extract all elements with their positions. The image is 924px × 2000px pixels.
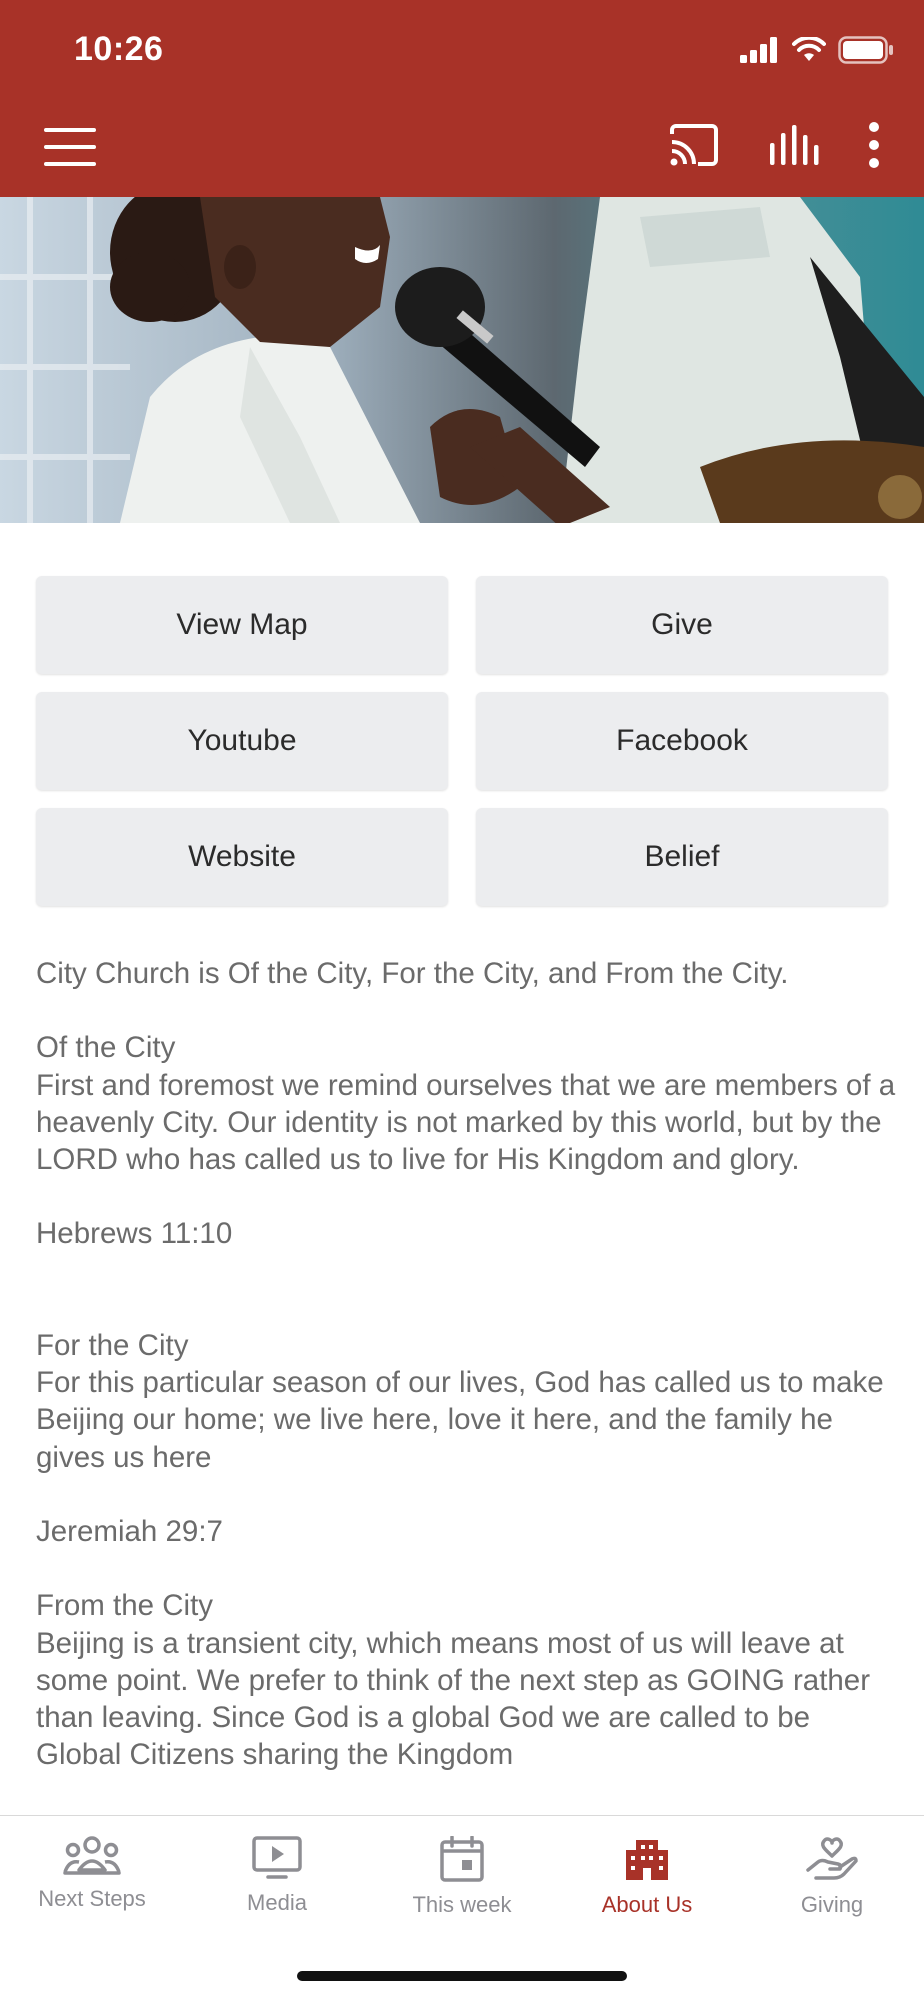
youtube-button[interactable]: Youtube <box>36 692 448 790</box>
cellular-signal-icon <box>740 37 777 63</box>
of-the-city-heading: Of the City <box>36 1031 176 1065</box>
website-button[interactable]: Website <box>36 808 448 906</box>
for-the-city-body: For this particular season of our lives,… <box>36 1366 884 1474</box>
tab-this-week-label: This week <box>412 1892 512 1917</box>
app-header: 10:26 <box>0 0 924 197</box>
from-the-city-body: Beijing is a transient city, which means… <box>36 1626 871 1772</box>
from-the-city-heading: From the City <box>36 1589 214 1623</box>
tab-media[interactable]: Media <box>185 1836 369 1916</box>
tab-next-steps[interactable]: Next Steps <box>0 1836 184 1912</box>
hero-image <box>0 197 924 523</box>
belief-button[interactable]: Belief <box>476 808 888 906</box>
link-buttons-grid: View Map Give Youtube Facebook Website B… <box>36 576 888 906</box>
for-the-city-heading: For the City <box>36 1328 189 1362</box>
wifi-icon <box>792 37 826 61</box>
hand-heart-icon <box>806 1837 858 1880</box>
tab-giving-label: Giving <box>800 1892 864 1917</box>
tab-next-steps-label: Next Steps <box>38 1886 146 1911</box>
intro-text: City Church is Of the City, For the City… <box>36 957 789 990</box>
cast-icon[interactable] <box>668 124 720 166</box>
give-button[interactable]: Give <box>476 576 888 674</box>
people-group-icon <box>63 1836 121 1875</box>
facebook-button[interactable]: Facebook <box>476 692 888 790</box>
about-text: City Church is Of the City, For the City… <box>36 955 896 1815</box>
status-time: 10:26 <box>74 30 164 68</box>
media-screen-icon <box>252 1836 302 1879</box>
battery-icon <box>838 36 893 64</box>
singer-photo <box>0 197 924 523</box>
more-vertical-icon[interactable] <box>868 122 880 168</box>
tab-giving[interactable]: Giving <box>740 1836 924 1918</box>
status-icons <box>740 36 894 64</box>
of-the-city-verse: Hebrews 11:10 <box>36 1217 233 1251</box>
tab-about-us[interactable]: About Us <box>555 1836 739 1918</box>
tab-this-week[interactable]: This week <box>370 1836 554 1918</box>
calendar-icon <box>440 1836 484 1882</box>
building-icon <box>626 1840 668 1880</box>
audio-bars-icon[interactable] <box>768 125 820 165</box>
hamburger-menu-icon[interactable] <box>44 128 96 166</box>
for-the-city-verse: Jeremiah 29:7 <box>36 1514 223 1548</box>
tab-media-label: Media <box>247 1890 307 1915</box>
home-indicator[interactable] <box>297 1971 627 1981</box>
tab-about-us-label: About Us <box>601 1892 693 1917</box>
view-map-button[interactable]: View Map <box>36 576 448 674</box>
of-the-city-body: First and foremost we remind ourselves t… <box>36 1068 896 1176</box>
